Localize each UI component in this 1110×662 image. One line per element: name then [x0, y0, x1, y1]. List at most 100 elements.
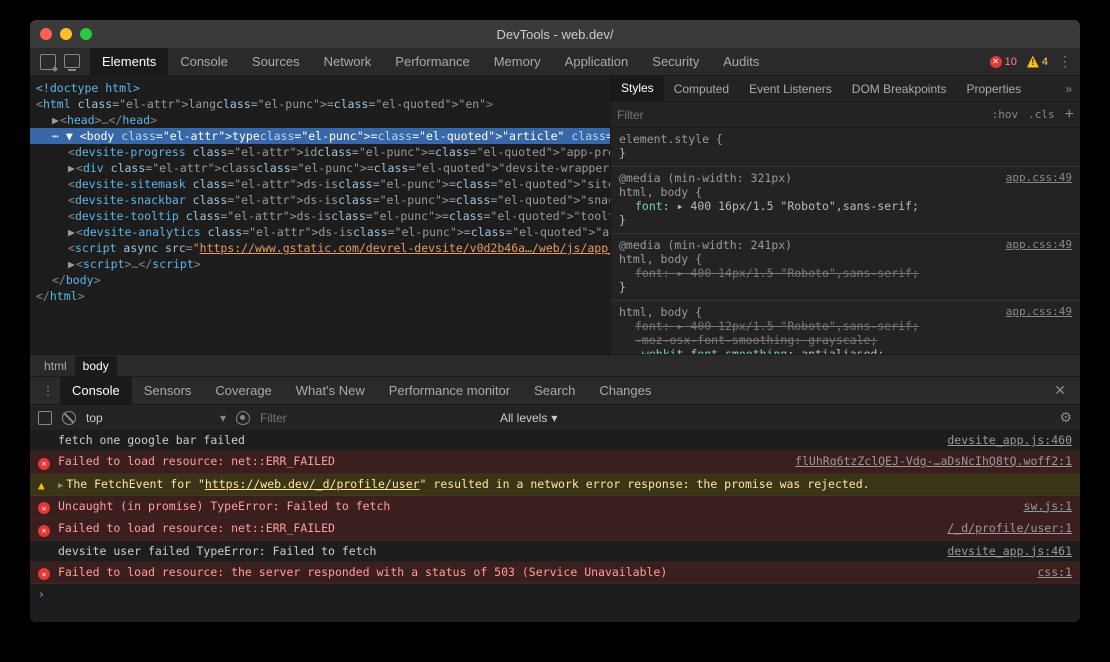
- console-entry-log[interactable]: devsite user failed TypeError: Failed to…: [30, 541, 1080, 562]
- drawer-tab-coverage[interactable]: Coverage: [203, 377, 283, 404]
- styles-rules[interactable]: element.style {}app.css:49@media (min-wi…: [611, 128, 1080, 354]
- source-link[interactable]: /_d/profile/user:1: [947, 521, 1072, 535]
- dom-node[interactable]: ▶<head>…</head>: [30, 112, 610, 128]
- tab-console[interactable]: Console: [168, 48, 240, 75]
- dom-node[interactable]: <devsite-tooltip class="el-attr">ds-iscl…: [30, 208, 610, 224]
- css-rule[interactable]: app.css:49@media (min-width: 241px)html,…: [611, 234, 1080, 301]
- drawer-kebab-icon[interactable]: ⋮: [36, 384, 60, 398]
- source-link[interactable]: devsite_app.js:460: [947, 433, 1072, 447]
- maximize-icon[interactable]: [80, 28, 92, 40]
- tab-memory[interactable]: Memory: [482, 48, 553, 75]
- dom-node[interactable]: ⋯ ▼ <body class="el-attr">typeclass="el-…: [30, 128, 610, 144]
- dom-node[interactable]: <html class="el-attr">langclass="el-punc…: [30, 96, 610, 112]
- window-title: DevTools - web.dev/: [496, 27, 613, 42]
- dom-node[interactable]: ▶<div class="el-attr">classclass="el-pun…: [30, 160, 610, 176]
- drawer-tab-console[interactable]: Console: [60, 377, 132, 404]
- tab-application[interactable]: Application: [553, 48, 641, 75]
- breadcrumb-item[interactable]: html: [36, 356, 75, 376]
- inspect-tools: [30, 54, 90, 70]
- console-toolbar: top All levels▾ ⚙: [30, 404, 1080, 430]
- console-entry-error[interactable]: ✕Uncaught (in promise) TypeError: Failed…: [30, 496, 1080, 519]
- styles-tab-computed[interactable]: Computed: [664, 77, 739, 101]
- console-log[interactable]: fetch one google bar faileddevsite_app.j…: [30, 430, 1080, 622]
- tab-elements[interactable]: Elements: [90, 48, 168, 75]
- source-link[interactable]: app.css:49: [1006, 305, 1072, 318]
- error-count-badge[interactable]: 10: [990, 56, 1017, 68]
- source-link[interactable]: devsite_app.js:461: [947, 544, 1072, 558]
- dom-node[interactable]: <devsite-snackbar class="el-attr">ds-isc…: [30, 192, 610, 208]
- styles-tab-dom-breakpoints[interactable]: DOM Breakpoints: [842, 77, 957, 101]
- source-link[interactable]: app.css:49: [1006, 238, 1072, 251]
- main-tabs: ElementsConsoleSourcesNetworkPerformance…: [90, 48, 771, 75]
- tab-audits[interactable]: Audits: [711, 48, 771, 75]
- dom-node[interactable]: <devsite-sitemask class="el-attr">ds-isc…: [30, 176, 610, 192]
- styles-tab-event-listeners[interactable]: Event Listeners: [739, 77, 842, 101]
- css-rule[interactable]: element.style {}: [611, 128, 1080, 167]
- log-levels-select[interactable]: All levels▾: [500, 411, 557, 425]
- styles-tabs: StylesComputedEvent ListenersDOM Breakpo…: [611, 76, 1080, 102]
- console-entry-error[interactable]: ✕Failed to load resource: net::ERR_FAILE…: [30, 518, 1080, 541]
- device-toggle-icon[interactable]: [64, 54, 80, 68]
- elements-breadcrumb: htmlbody: [30, 354, 1080, 376]
- toolbar-right: 10 4 ⋮: [990, 53, 1080, 70]
- breadcrumb-item[interactable]: body: [75, 356, 117, 376]
- dom-node[interactable]: <devsite-progress class="el-attr">idclas…: [30, 144, 610, 160]
- error-icon: ✕: [38, 502, 50, 514]
- drawer-tab-what-s-new[interactable]: What's New: [284, 377, 377, 404]
- dom-node[interactable]: ▶<devsite-analytics class="el-attr">ds-i…: [30, 224, 610, 240]
- clear-console-icon[interactable]: [62, 411, 76, 425]
- source-link[interactable]: flUhRq6tzZclQEJ-Vdg-…aDsNcIhQ8tQ.woff2:1: [795, 454, 1072, 468]
- console-filter-input[interactable]: [260, 411, 490, 425]
- minimize-icon[interactable]: [60, 28, 72, 40]
- inspect-element-icon[interactable]: [40, 54, 56, 70]
- console-entry-warn[interactable]: ▲▶The FetchEvent for "https://web.dev/_d…: [30, 474, 1080, 496]
- main-toolbar: ElementsConsoleSourcesNetworkPerformance…: [30, 48, 1080, 76]
- dom-node[interactable]: <script async src="https://www.gstatic.c…: [30, 240, 610, 256]
- console-prompt[interactable]: [30, 584, 1080, 604]
- styles-panel: StylesComputedEvent ListenersDOM Breakpo…: [610, 76, 1080, 354]
- dom-node[interactable]: <!doctype html>: [30, 80, 610, 96]
- console-entry-error[interactable]: ✕Failed to load resource: net::ERR_FAILE…: [30, 451, 1080, 474]
- warning-icon: ▲: [38, 479, 45, 492]
- tab-network[interactable]: Network: [312, 48, 384, 75]
- styles-filter-bar: :hov .cls +: [611, 102, 1080, 128]
- dom-node[interactable]: </html>: [30, 288, 610, 304]
- titlebar: DevTools - web.dev/: [30, 20, 1080, 48]
- console-entry-error[interactable]: ✕Failed to load resource: the server res…: [30, 562, 1080, 585]
- source-link[interactable]: app.css:49: [1006, 171, 1072, 184]
- drawer-tab-changes[interactable]: Changes: [587, 377, 663, 404]
- styles-filter-input[interactable]: [617, 108, 982, 122]
- live-expression-icon[interactable]: [236, 411, 250, 425]
- source-link[interactable]: sw.js:1: [1024, 499, 1072, 513]
- css-rule[interactable]: app.css:49@media (min-width: 321px)html,…: [611, 167, 1080, 234]
- sidebar-toggle-icon[interactable]: [38, 411, 52, 425]
- source-link[interactable]: css:1: [1037, 565, 1072, 579]
- dom-node[interactable]: ▶<script>…</script>: [30, 256, 610, 272]
- drawer-close-icon[interactable]: ✕: [1046, 382, 1074, 399]
- tab-security[interactable]: Security: [640, 48, 711, 75]
- drawer-tab-sensors[interactable]: Sensors: [132, 377, 204, 404]
- console-entry-log[interactable]: fetch one google bar faileddevsite_app.j…: [30, 430, 1080, 451]
- tab-performance[interactable]: Performance: [383, 48, 481, 75]
- elements-tree[interactable]: <!doctype html><html class="el-attr">lan…: [30, 76, 610, 354]
- close-icon[interactable]: [40, 28, 52, 40]
- warning-count-badge[interactable]: 4: [1027, 56, 1048, 68]
- drawer-tab-performance-monitor[interactable]: Performance monitor: [377, 377, 522, 404]
- more-tabs-icon[interactable]: »: [1057, 82, 1080, 96]
- drawer-tab-search[interactable]: Search: [522, 377, 587, 404]
- execution-context-select[interactable]: top: [86, 411, 226, 425]
- kebab-menu-icon[interactable]: ⋮: [1058, 53, 1072, 70]
- console-settings-icon[interactable]: ⚙: [1059, 409, 1072, 426]
- cls-toggle[interactable]: .cls: [1028, 108, 1055, 121]
- tab-sources[interactable]: Sources: [240, 48, 312, 75]
- devtools-window: DevTools - web.dev/ ElementsConsoleSourc…: [30, 20, 1080, 622]
- css-rule[interactable]: app.css:49html, body {font: ▸ 400 12px/1…: [611, 301, 1080, 354]
- dom-node[interactable]: </body>: [30, 272, 610, 288]
- drawer-tabs: ⋮ ConsoleSensorsCoverageWhat's NewPerfor…: [30, 376, 1080, 404]
- new-rule-icon[interactable]: +: [1065, 106, 1074, 124]
- hov-toggle[interactable]: :hov: [992, 108, 1019, 121]
- styles-tab-styles[interactable]: Styles: [611, 76, 664, 102]
- styles-tab-properties[interactable]: Properties: [956, 77, 1031, 101]
- error-icon: ✕: [38, 568, 50, 580]
- error-icon: ✕: [38, 458, 50, 470]
